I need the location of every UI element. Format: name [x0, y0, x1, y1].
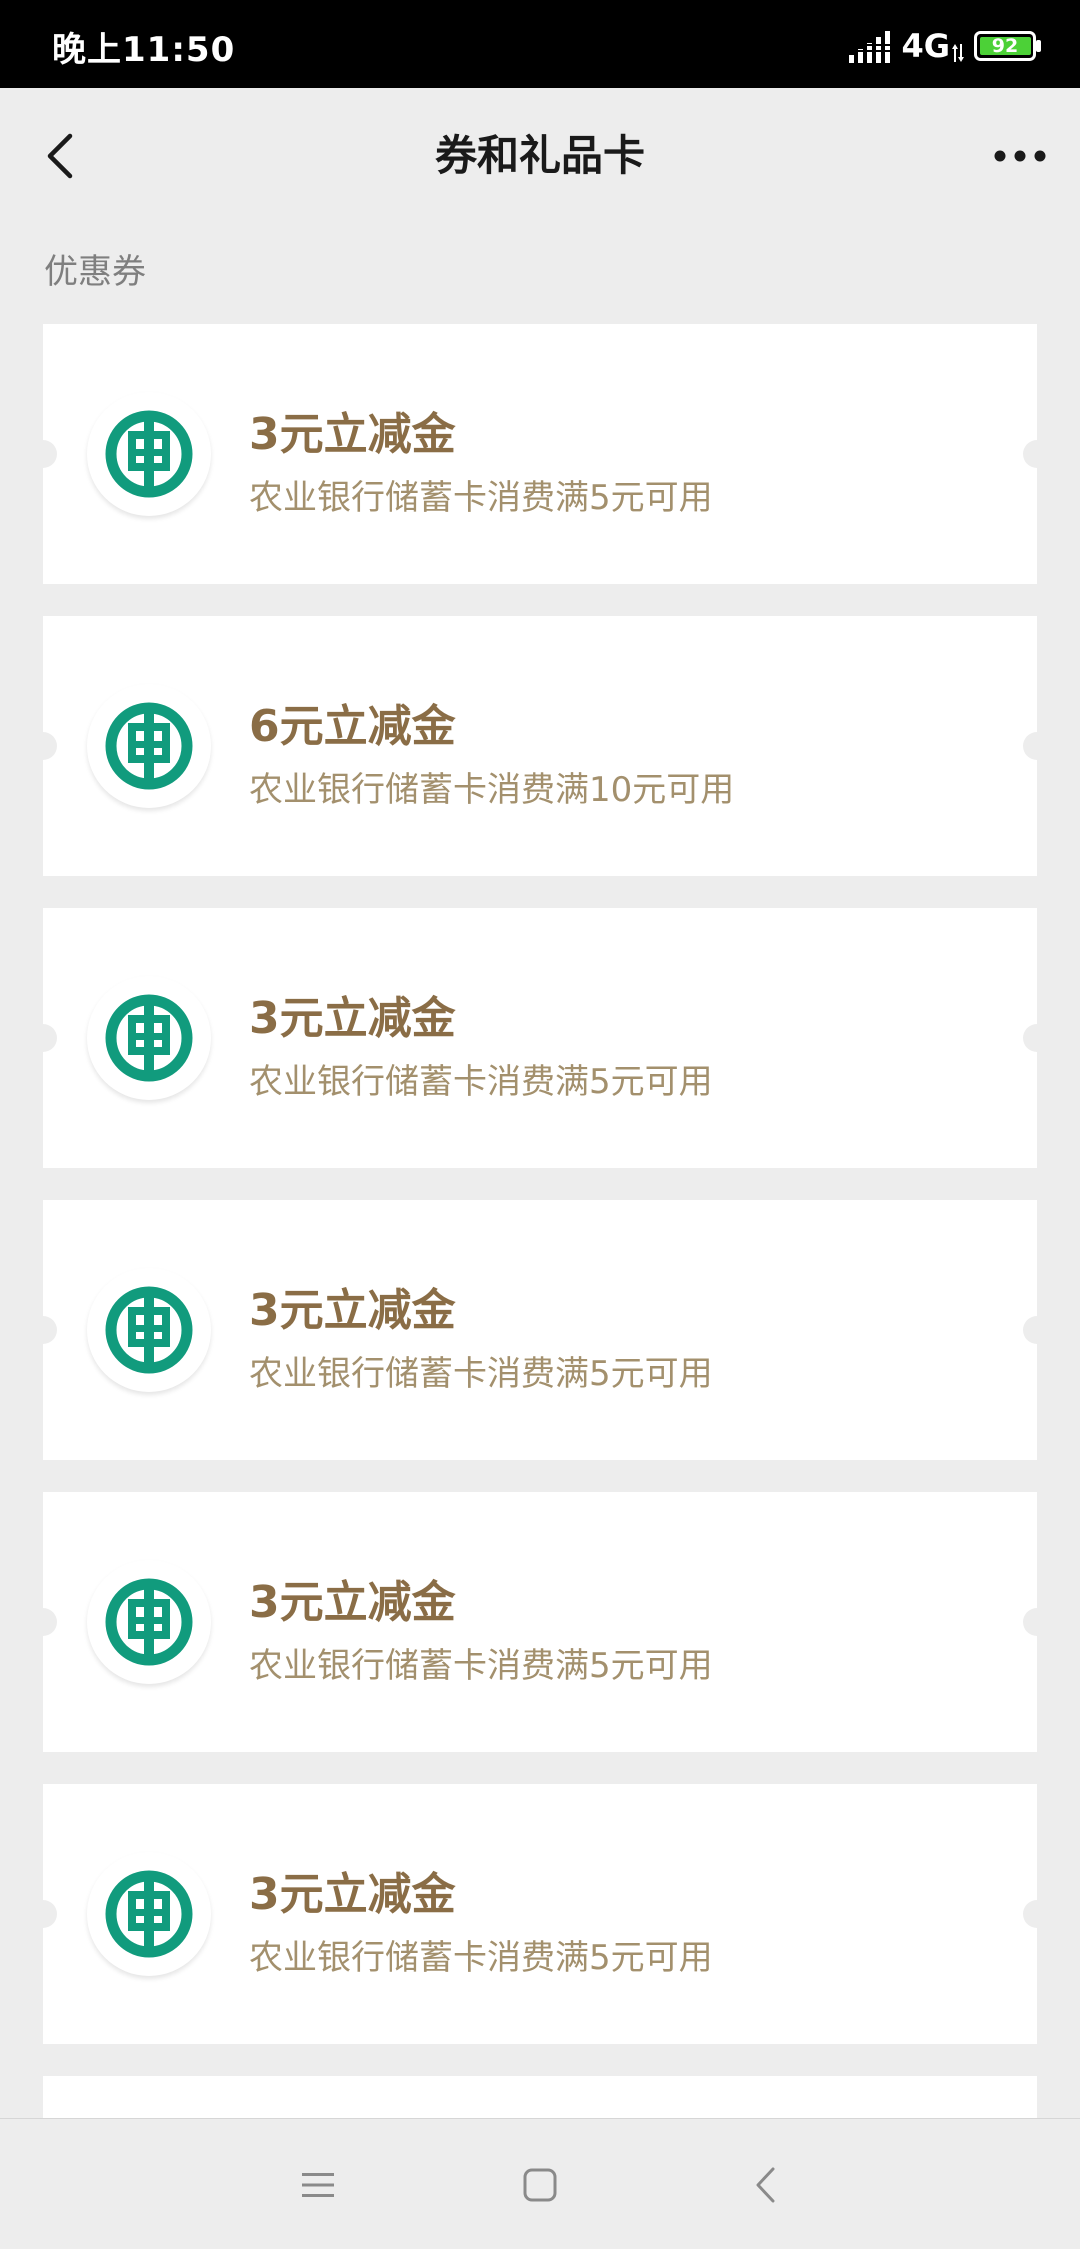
signal-icon — [849, 31, 891, 63]
coupon-card[interactable]: 3元立减金 农业银行储蓄卡消费满5元可用 — [43, 324, 1037, 584]
back-button[interactable] — [28, 124, 92, 188]
coupon-card[interactable]: 3元立减金 农业银行储蓄卡消费满5元可用 — [43, 1492, 1037, 1752]
abc-bank-logo-icon — [87, 1268, 211, 1392]
more-dots-icon — [994, 150, 1046, 162]
page-title: 券和礼品卡 — [434, 131, 645, 180]
coupon-desc: 农业银行储蓄卡消费满5元可用 — [249, 478, 713, 518]
battery-level: 92 — [991, 35, 1019, 57]
nav-bar: 券和礼品卡 — [0, 88, 1080, 224]
coupon-desc: 农业银行储蓄卡消费满10元可用 — [249, 770, 735, 810]
abc-bank-logo-icon — [87, 1852, 211, 1976]
system-back-button[interactable] — [736, 2155, 796, 2215]
system-home-button[interactable] — [510, 2155, 570, 2215]
coupon-title: 3元立减金 — [249, 1577, 456, 1628]
status-time: 晚上11:50 — [52, 30, 236, 70]
coupon-desc: 农业银行储蓄卡消费满5元可用 — [249, 1062, 713, 1102]
coupon-title: 3元立减金 — [249, 1869, 456, 1920]
coupon-desc: 农业银行储蓄卡消费满5元可用 — [249, 1646, 713, 1686]
chevron-left-icon — [756, 2167, 775, 2203]
coupon-card[interactable]: 3元立减金 农业银行储蓄卡消费满5元可用 — [43, 1784, 1037, 2044]
battery-icon: 92 — [974, 31, 1042, 61]
coupon-card[interactable]: 3元立减金 农业银行储蓄卡消费满5元可用 — [43, 1200, 1037, 1460]
coupon-list: 3元立减金 农业银行储蓄卡消费满5元可用 6元立减金 农业银行储蓄卡消费满10元… — [43, 324, 1037, 2136]
menu-lines-icon — [302, 2173, 334, 2197]
status-bar: 晚上11:50 4G 92 — [0, 0, 1080, 88]
network-type: 4G — [901, 27, 950, 65]
coupon-title: 6元立减金 — [249, 701, 456, 752]
abc-bank-logo-icon — [87, 976, 211, 1100]
coupon-title: 3元立减金 — [249, 1285, 456, 1336]
abc-bank-logo-icon — [87, 684, 211, 808]
chevron-left-icon — [47, 133, 73, 179]
abc-bank-logo-icon — [87, 392, 211, 516]
coupon-card[interactable]: 6元立减金 农业银行储蓄卡消费满10元可用 — [43, 616, 1037, 876]
system-nav-bar — [0, 2118, 1080, 2249]
coupon-title: 3元立减金 — [249, 993, 456, 1044]
coupon-card[interactable]: 3元立减金 农业银行储蓄卡消费满5元可用 — [43, 908, 1037, 1168]
coupon-desc: 农业银行储蓄卡消费满5元可用 — [249, 1938, 713, 1978]
system-menu-button[interactable] — [288, 2155, 348, 2215]
status-indicators: 4G 92 — [849, 26, 1042, 66]
home-square-icon — [523, 2168, 557, 2202]
abc-bank-logo-icon — [87, 1560, 211, 1684]
section-label-coupons: 优惠券 — [44, 252, 146, 292]
coupon-desc: 农业银行储蓄卡消费满5元可用 — [249, 1354, 713, 1394]
data-arrows-icon — [952, 44, 964, 62]
coupon-title: 3元立减金 — [249, 409, 456, 460]
more-button[interactable] — [988, 124, 1052, 188]
